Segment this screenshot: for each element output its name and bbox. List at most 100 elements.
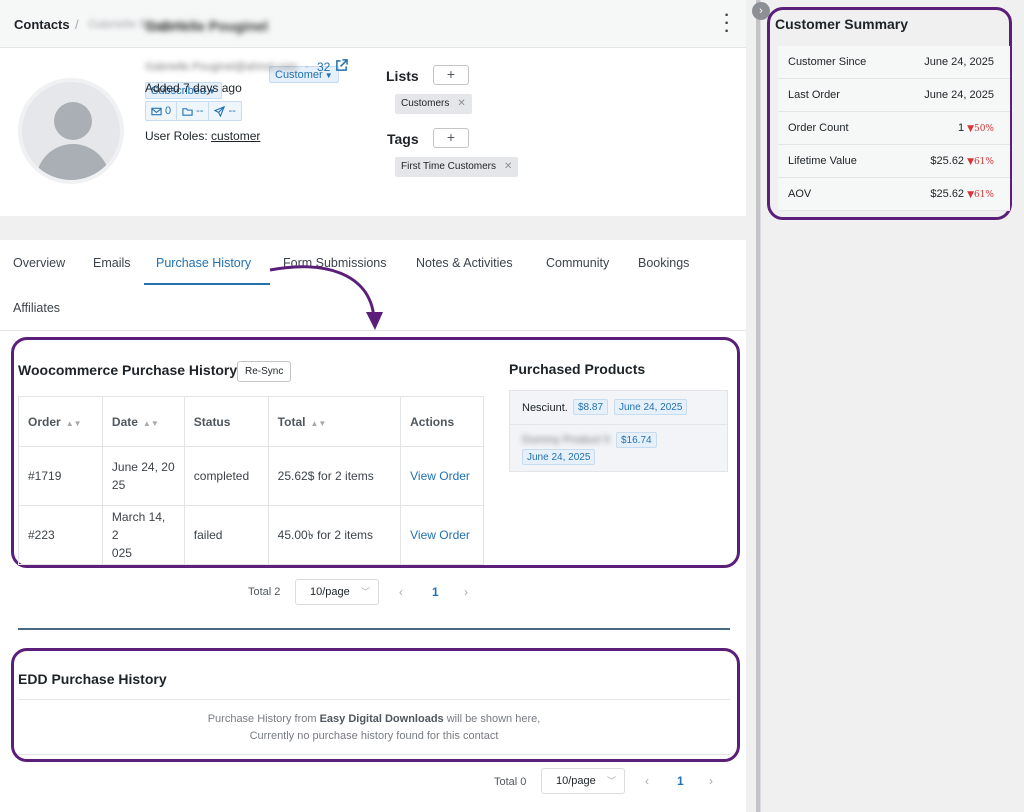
- tag-chip-label: First Time Customers: [401, 161, 497, 172]
- tab-bookings[interactable]: Bookings: [638, 256, 689, 270]
- next-page-icon[interactable]: ›: [709, 774, 713, 788]
- trend-down-icon: ▼: [967, 124, 974, 134]
- order-status: completed: [183, 446, 269, 506]
- summary-row: Order Count 1 ▼50%: [778, 112, 1010, 145]
- emails-stat[interactable]: 0: [146, 102, 178, 120]
- table-header-row: Order ▲▼ Date ▲▼ Status Total ▲▼ Actions: [18, 396, 484, 447]
- avatar[interactable]: [18, 78, 124, 184]
- contact-stats: 0 -- --: [145, 101, 242, 121]
- order-date: March 14, 2 025: [101, 505, 185, 565]
- page-number[interactable]: 1: [677, 774, 684, 788]
- annotation-arrow: [269, 265, 383, 330]
- summary-row: AOV $25.62 ▼61%: [778, 178, 1010, 211]
- column-header-actions: Actions: [400, 396, 484, 447]
- summary-row: Lifetime Value $25.62 ▼61%: [778, 145, 1010, 178]
- list-chip-label: Customers: [401, 98, 450, 109]
- contact-email: Gabrielle.Pouginel@ahmd.com: [145, 61, 298, 73]
- woocommerce-title: Woocommerce Purchase History: [18, 362, 238, 378]
- sent-count: --: [228, 105, 236, 117]
- customer-summary-title: Customer Summary: [775, 16, 909, 32]
- sent-stat[interactable]: --: [209, 102, 240, 120]
- chevron-down-icon: ﹀: [360, 587, 370, 597]
- tab-community[interactable]: Community: [546, 256, 609, 270]
- order-date: June 24, 20 25: [101, 446, 185, 506]
- order-actions: View Order: [400, 505, 484, 565]
- active-tab-indicator: [144, 283, 270, 285]
- summary-value: 1 ▼50%: [957, 122, 994, 134]
- add-tag-button[interactable]: +: [433, 128, 469, 148]
- add-list-button[interactable]: +: [433, 65, 469, 85]
- per-page-select[interactable]: 10/page ﹀: [541, 768, 625, 794]
- edd-message-line2: Currently no purchase history found for …: [249, 730, 499, 742]
- sort-icon: ▲▼: [142, 418, 159, 428]
- product-date: June 24, 2025: [614, 399, 688, 415]
- summary-value: June 24, 2025: [924, 56, 994, 68]
- contact-profile-card: [0, 48, 746, 216]
- page-number[interactable]: 1: [432, 585, 439, 599]
- table-row: #1719 June 24, 20 25 completed 25.62$ for…: [18, 446, 484, 506]
- product-name: Nesciunt.: [522, 402, 568, 414]
- breadcrumb-separator: /: [75, 17, 79, 32]
- separator-dot: ·: [305, 61, 309, 73]
- tab-affiliates[interactable]: Affiliates: [13, 301, 60, 315]
- prev-page-icon[interactable]: ‹: [645, 774, 649, 788]
- chevron-down-icon: ﹀: [606, 776, 616, 786]
- emails-count: 0: [165, 105, 172, 117]
- folder-count: --: [196, 105, 204, 117]
- tab-overview[interactable]: Overview: [13, 256, 65, 270]
- tab-notes-activities[interactable]: Notes & Activities: [416, 256, 513, 270]
- prev-page-icon[interactable]: ‹: [399, 585, 403, 599]
- contact-name: Gabrielle Pouginel: [145, 18, 268, 34]
- trend-delta: 61%: [973, 190, 994, 200]
- tab-emails[interactable]: Emails: [93, 256, 131, 270]
- sort-icon: ▲▼: [65, 418, 82, 428]
- summary-label: Lifetime Value: [788, 155, 857, 167]
- main-area: Contacts / Gabrielle Pouginel · · · Gabrie…: [0, 0, 760, 812]
- order-number: #1719: [18, 446, 103, 506]
- per-page-value: 10/page: [556, 775, 596, 787]
- external-link-icon[interactable]: [335, 59, 348, 72]
- summary-label: AOV: [788, 188, 812, 200]
- lists-label: Lists: [386, 68, 419, 84]
- product-price: $8.87: [573, 399, 609, 415]
- trend-delta: 50%: [973, 124, 994, 134]
- order-total: 25.62$ for 2 items: [267, 446, 402, 506]
- per-page-select[interactable]: 10/page ﹀: [295, 579, 379, 605]
- tab-purchase-history[interactable]: Purchase History: [156, 256, 251, 270]
- trend-down-icon: ▼: [967, 190, 974, 200]
- next-page-icon[interactable]: ›: [464, 585, 468, 599]
- summary-row: Customer Since June 24, 2025: [778, 46, 1010, 79]
- orders-table: Order ▲▼ Date ▲▼ Status Total ▲▼ Actions #1…: [18, 396, 484, 565]
- collapse-panel-icon[interactable]: ›: [752, 2, 770, 20]
- more-options-icon[interactable]: · · ·: [722, 8, 732, 40]
- folder-stat[interactable]: --: [177, 102, 210, 120]
- view-order-link[interactable]: View Order: [410, 469, 470, 483]
- order-actions: View Order: [400, 446, 484, 506]
- column-header-total[interactable]: Total ▲▼: [267, 396, 402, 447]
- column-header-order[interactable]: Order ▲▼: [18, 396, 103, 447]
- folder-icon: [182, 107, 193, 116]
- summary-value: $25.62 ▼61%: [930, 188, 994, 200]
- edd-title: EDD Purchase History: [18, 671, 167, 687]
- trend-delta: 61%: [973, 157, 994, 167]
- pagination-total: Total 0: [494, 776, 527, 788]
- order-total: 45.00৳ for 2 items: [267, 505, 402, 565]
- envelope-icon: [151, 107, 162, 115]
- breadcrumb-bar: Contacts / Gabrielle Pouginel · · ·: [0, 0, 746, 48]
- resync-button[interactable]: Re-Sync: [237, 361, 292, 382]
- column-header-date[interactable]: Date ▲▼: [101, 396, 185, 447]
- remove-icon[interactable]: ✕: [504, 161, 512, 172]
- summary-label: Customer Since: [788, 56, 867, 68]
- customer-summary-list: Customer Since June 24, 2025 Last Order …: [778, 46, 1010, 211]
- tag-chip: First Time Customers ✕: [395, 157, 519, 177]
- purchased-products-title: Purchased Products: [509, 361, 646, 377]
- remove-icon[interactable]: ✕: [457, 98, 465, 109]
- product-price: $16.74: [616, 432, 657, 448]
- view-order-link[interactable]: View Order: [410, 528, 470, 542]
- edd-message-line1: Purchase History from Easy Digital Downl…: [207, 713, 541, 725]
- breadcrumb-contacts-link[interactable]: Contacts: [14, 17, 70, 32]
- summary-label: Order Count: [788, 122, 849, 134]
- user-role-link[interactable]: customer: [211, 129, 260, 143]
- trend-down-icon: ▼: [967, 157, 974, 167]
- contact-id-link[interactable]: 32: [317, 60, 330, 74]
